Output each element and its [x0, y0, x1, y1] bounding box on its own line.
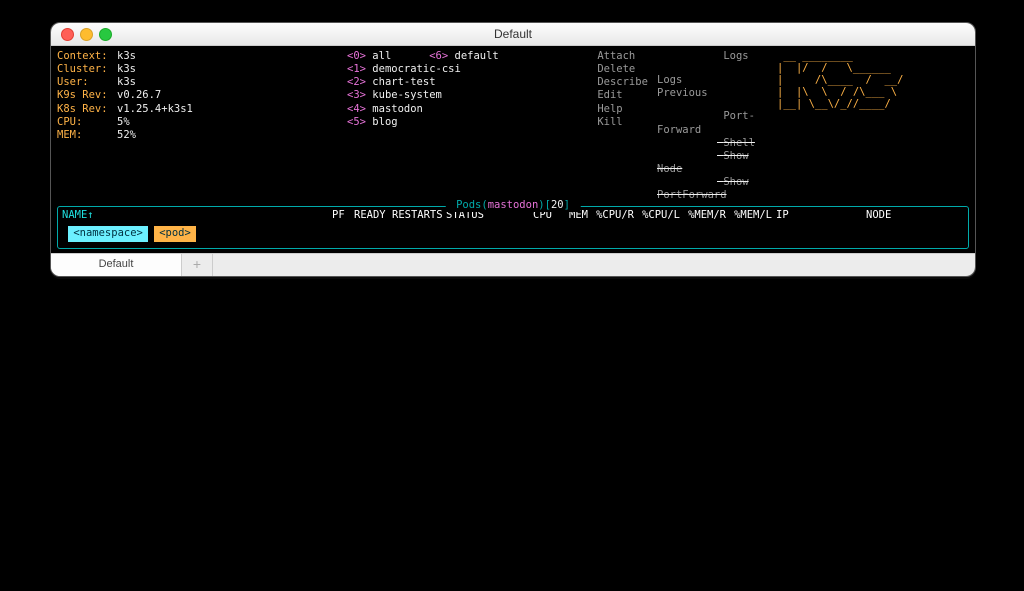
mem-label: MEM: [57, 129, 117, 142]
namespace-shortcut[interactable]: <0> all <6> default [347, 50, 537, 63]
shortcut-item[interactable]: Port-Forward [657, 110, 777, 136]
cluster-val: k3s [117, 63, 136, 75]
terminal-content: Context:k3s Cluster:k3s User:k3s K9s Rev… [51, 46, 975, 253]
shortcut-item[interactable]: Shell [657, 137, 777, 150]
k9s-logo-ascii: __ ________ | |/ / \______ | /\____ / __… [777, 50, 976, 202]
context-val: k3s [117, 50, 136, 62]
col-restarts[interactable]: RESTARTS [392, 209, 446, 222]
k8s-rev-label: K8s Rev: [57, 103, 117, 116]
col-cpur[interactable]: %CPU/R [592, 209, 638, 222]
action-shortcuts-col2: Logs Logs Previous Port-Forward Shell Sh… [657, 50, 777, 202]
add-tab-button[interactable]: + [182, 254, 213, 276]
pod-badge: <pod> [154, 226, 196, 241]
k9s-rev-val: v0.26.7 [117, 89, 161, 101]
titlebar: Default [51, 23, 975, 46]
col-node[interactable]: NODE [866, 209, 976, 222]
namespace-shortcut[interactable]: <3> kube-system [347, 89, 537, 102]
cpu-label: CPU: [57, 116, 117, 129]
namespace-badge: <namespace> [68, 226, 148, 241]
context-label: Context: [57, 50, 117, 63]
user-val: k3s [117, 76, 136, 88]
pods-table-frame: Pods(mastodon)[20] NAME↑ PF READY RESTAR… [57, 206, 969, 248]
shortcut-item[interactable]: Logs [657, 50, 777, 63]
mem-val: 52% [117, 129, 136, 141]
shortcut-item[interactable]: Show Node [657, 150, 777, 176]
shortcut-item[interactable]: Edit [537, 89, 657, 102]
user-label: User: [57, 76, 117, 89]
shortcut-item[interactable]: Describe [537, 76, 657, 89]
tab-bar: Default + [51, 253, 975, 276]
cluster-label: Cluster: [57, 63, 117, 76]
context-labels: Context:k3s Cluster:k3s User:k3s K9s Rev… [57, 50, 197, 202]
pods-title: Pods(mastodon)[20] [446, 199, 581, 212]
shortcut-item[interactable]: Help [537, 103, 657, 116]
k9s-rev-label: K9s Rev: [57, 89, 117, 102]
shortcut-item[interactable]: Logs Previous [657, 63, 777, 110]
cpu-val: 5% [117, 116, 130, 128]
terminal-window: Default Context:k3s Cluster:k3s User:k3s… [50, 22, 976, 277]
col-pf[interactable]: PF [332, 209, 354, 222]
window-title: Default [51, 27, 975, 42]
col-ip[interactable]: IP [776, 209, 866, 222]
tab-default[interactable]: Default [51, 254, 182, 276]
namespace-shortcut[interactable]: <1> democratic-csi [347, 63, 537, 76]
col-name[interactable]: NAME↑ [62, 209, 94, 221]
col-cpul[interactable]: %CPU/L [638, 209, 684, 222]
col-meml[interactable]: %MEM/L [730, 209, 776, 222]
k8s-rev-val: v1.25.4+k3s1 [117, 103, 193, 115]
action-shortcuts-col1: Attach Delete Describe Edit Help Kill [537, 50, 657, 202]
shortcut-item[interactable]: Kill [537, 116, 657, 129]
shortcut-item[interactable]: Attach [537, 50, 657, 63]
shortcut-item[interactable]: Delete [537, 63, 657, 76]
breadcrumb: <namespace> <pod> [62, 226, 964, 241]
col-ready[interactable]: READY [354, 209, 392, 222]
namespace-shortcut[interactable]: <2> chart-test [347, 76, 537, 89]
shortcut-item[interactable]: Show PortForward [657, 176, 777, 202]
namespace-shortcut[interactable]: <5> blog [347, 116, 537, 129]
namespace-shortcut[interactable]: <4> mastodon [347, 103, 537, 116]
namespace-shortcuts: <0> all <6> default<1> democratic-csi<2>… [347, 50, 537, 202]
col-memr[interactable]: %MEM/R [684, 209, 730, 222]
